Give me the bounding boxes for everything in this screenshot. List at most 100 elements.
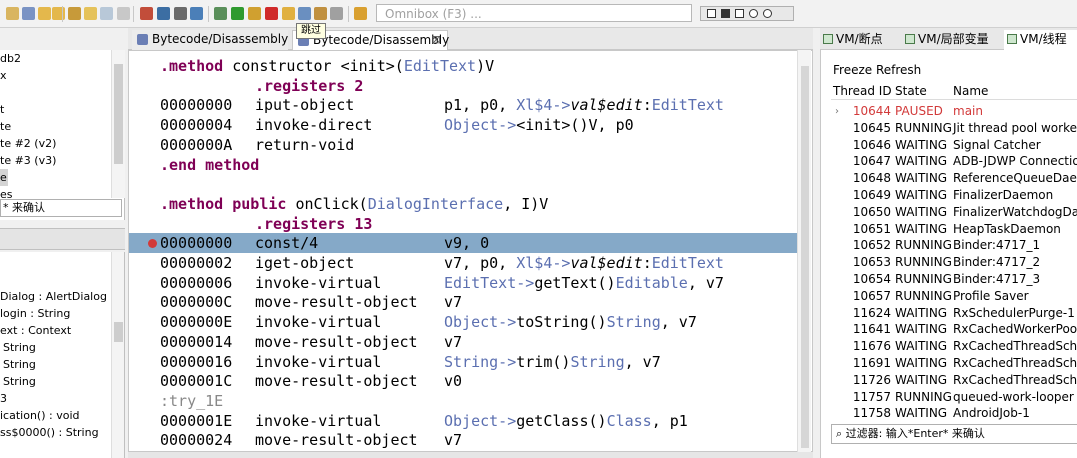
- forward-icon[interactable]: [52, 7, 65, 20]
- thread-row[interactable]: 10654 RUNNING Binder:4717_3: [831, 271, 1077, 288]
- structure-item[interactable]: String: [3, 373, 36, 390]
- code-line[interactable]: .method constructor <init>(EditText)V: [129, 56, 797, 76]
- thread-row[interactable]: 10645 RUNNING Jit thread pool worker t: [831, 120, 1077, 137]
- thread-row[interactable]: 10653 RUNNING Binder:4717_2: [831, 254, 1077, 271]
- code-line[interactable]: 0000000A return-void: [129, 135, 797, 155]
- pause-icon[interactable]: [248, 7, 261, 20]
- code-line[interactable]: .registers 2: [129, 76, 797, 96]
- save-icon[interactable]: [22, 7, 35, 20]
- document-icon[interactable]: [117, 7, 130, 20]
- find-prev-icon[interactable]: [749, 9, 758, 18]
- close-icon[interactable]: ⊠: [432, 31, 441, 49]
- structure-item[interactable]: ext : Context: [0, 322, 71, 339]
- code-line[interactable]: 00000024 move-result-object v7: [129, 430, 797, 450]
- pin-icon[interactable]: [354, 7, 367, 20]
- thread-row[interactable]: 10650 WAITING FinalizerWatchdogDaem: [831, 204, 1077, 221]
- regex-icon[interactable]: [721, 9, 730, 18]
- code-line[interactable]: 00000016 invoke-virtual String->trim()Stri…: [129, 352, 797, 372]
- stop-icon[interactable]: [265, 7, 278, 20]
- tree-item[interactable]: x: [0, 67, 124, 84]
- code-line[interactable]: 0000000C move-result-object v7: [129, 292, 797, 312]
- structure-item[interactable]: ication() : void: [0, 407, 79, 424]
- tab-vm-locals[interactable]: VM/局部变量: [902, 30, 1000, 50]
- open-icon[interactable]: [6, 7, 19, 20]
- code-line[interactable]: 00000006 invoke-virtual EditText->getText(…: [129, 273, 797, 293]
- scrollbar-thumb[interactable]: [114, 322, 123, 342]
- code-line[interactable]: .end method: [129, 155, 797, 175]
- search-options-bar[interactable]: [700, 6, 794, 21]
- structure-item[interactable]: Dialog : AlertDialog: [0, 288, 107, 305]
- tree-item[interactable]: db2: [0, 50, 124, 67]
- tab-vm-threads[interactable]: VM/线程: [1004, 30, 1077, 50]
- structure-item[interactable]: 3: [0, 390, 7, 407]
- case-icon[interactable]: [707, 9, 716, 18]
- disassembly-editor[interactable]: .method constructor <init>(EditText)V .re…: [128, 50, 813, 452]
- find-next-icon[interactable]: [763, 9, 772, 18]
- thread-row[interactable]: 11641 WAITING RxCachedWorkerPoolEv: [831, 321, 1077, 338]
- col-thread-id[interactable]: Thread ID: [833, 84, 892, 98]
- structure-item[interactable]: String: [3, 356, 36, 373]
- word-icon[interactable]: [735, 9, 744, 18]
- thread-row[interactable]: 10647 WAITING ADB-JDWP Connection C: [831, 153, 1077, 170]
- bug-icon[interactable]: [214, 7, 227, 20]
- edit-icon[interactable]: [84, 7, 97, 20]
- resume-icon[interactable]: [231, 7, 244, 20]
- code-line[interactable]: .method public onClick(DialogInterface, …: [129, 194, 797, 214]
- run-to-line-icon[interactable]: [330, 7, 343, 20]
- tree-item[interactable]: te: [0, 118, 124, 135]
- col-state[interactable]: State: [895, 84, 927, 98]
- freeze-refresh-button[interactable]: Freeze Refresh: [833, 63, 921, 77]
- thread-row[interactable]: 10648 WAITING ReferenceQueueDaemo: [831, 170, 1077, 187]
- thread-row[interactable]: 10657 RUNNING Profile Saver: [831, 288, 1077, 305]
- thread-row[interactable]: 11676 WAITING RxCachedThreadSchedu: [831, 338, 1077, 355]
- tree-item[interactable]: te #2 (v2): [0, 135, 124, 152]
- scrollbar-thumb[interactable]: [114, 64, 123, 164]
- code-line[interactable]: :try_1E: [129, 391, 797, 411]
- structure-item[interactable]: String: [3, 339, 36, 356]
- threads-filter-input[interactable]: ⌕ 过滤器: 输入*Enter* 来确认: [831, 424, 1077, 444]
- code-line[interactable]: .registers 13: [129, 214, 797, 234]
- step-over-icon[interactable]: [298, 7, 311, 20]
- project-tree-scrollbar[interactable]: [111, 50, 125, 198]
- tree-item[interactable]: [0, 84, 124, 101]
- omnibox-input[interactable]: Omnibox (F3) ...: [376, 4, 692, 22]
- code-line[interactable]: 0000001E invoke-virtual Object->getClass()…: [129, 411, 797, 431]
- tree-icon[interactable]: [157, 7, 170, 20]
- thread-row[interactable]: 10649 WAITING FinalizerDaemon: [831, 187, 1077, 204]
- thread-row[interactable]: 10652 RUNNING Binder:4717_1: [831, 237, 1077, 254]
- settings-icon[interactable]: [68, 7, 81, 20]
- code-line[interactable]: 00000000 iput-object p1, p0, Xl$4->val$edi…: [129, 95, 797, 115]
- structure-item[interactable]: ss$0000() : String: [0, 424, 99, 441]
- thread-row[interactable]: 11691 WAITING RxCachedThreadSchedu: [831, 355, 1077, 372]
- project-filter-input[interactable]: * 来确认: [0, 199, 122, 217]
- col-name[interactable]: Name: [953, 84, 988, 98]
- tree-item[interactable]: t: [0, 101, 124, 118]
- scrollbar-thumb[interactable]: [801, 66, 809, 448]
- code-line[interactable]: 00000002 iget-object v7, p0, Xl$4->val$edi…: [129, 253, 797, 273]
- code-line[interactable]: 00000000 const/4 v9, 0: [129, 233, 797, 254]
- hierarchy-icon[interactable]: [190, 7, 203, 20]
- back-icon[interactable]: [38, 7, 51, 20]
- code-line[interactable]: 0000001C move-result-object v0: [129, 371, 797, 391]
- code-line[interactable]: 00000014 move-result-object v7: [129, 332, 797, 352]
- step-out-icon[interactable]: [314, 7, 327, 20]
- grid-icon[interactable]: [140, 7, 153, 20]
- step-into-icon[interactable]: [282, 7, 295, 20]
- thread-row[interactable]: 11726 WAITING RxCachedThreadSchedu: [831, 372, 1077, 389]
- tree-item[interactable]: e: [0, 169, 8, 186]
- code-line[interactable]: 00000004 invoke-direct Object-><init>()V, …: [129, 115, 797, 135]
- thread-row[interactable]: 11757 RUNNING queued-work-looper: [831, 389, 1077, 406]
- thread-row[interactable]: 10646 WAITING Signal Catcher: [831, 137, 1077, 154]
- breakpoint-icon[interactable]: [148, 239, 157, 249]
- tab-bytecode-disassembly-1[interactable]: Bytecode/Disassembly: [132, 30, 288, 50]
- tree-item[interactable]: te #3 (v3): [0, 152, 124, 169]
- structure-tree-scrollbar[interactable]: [111, 252, 124, 458]
- thread-row[interactable]: 11624 WAITING RxSchedulerPurge-1: [831, 305, 1077, 322]
- thread-row[interactable]: 11758 WAITING AndroidJob-1: [831, 405, 1077, 422]
- graph-icon[interactable]: [174, 7, 187, 20]
- page-icon[interactable]: [100, 7, 113, 20]
- code-line[interactable]: [129, 174, 797, 194]
- tab-vm-breakpoints[interactable]: VM/断点: [820, 30, 900, 50]
- thread-row[interactable]: › 10644 PAUSED main: [831, 103, 1077, 120]
- code-line[interactable]: 0000000E invoke-virtual Object->toString()…: [129, 312, 797, 332]
